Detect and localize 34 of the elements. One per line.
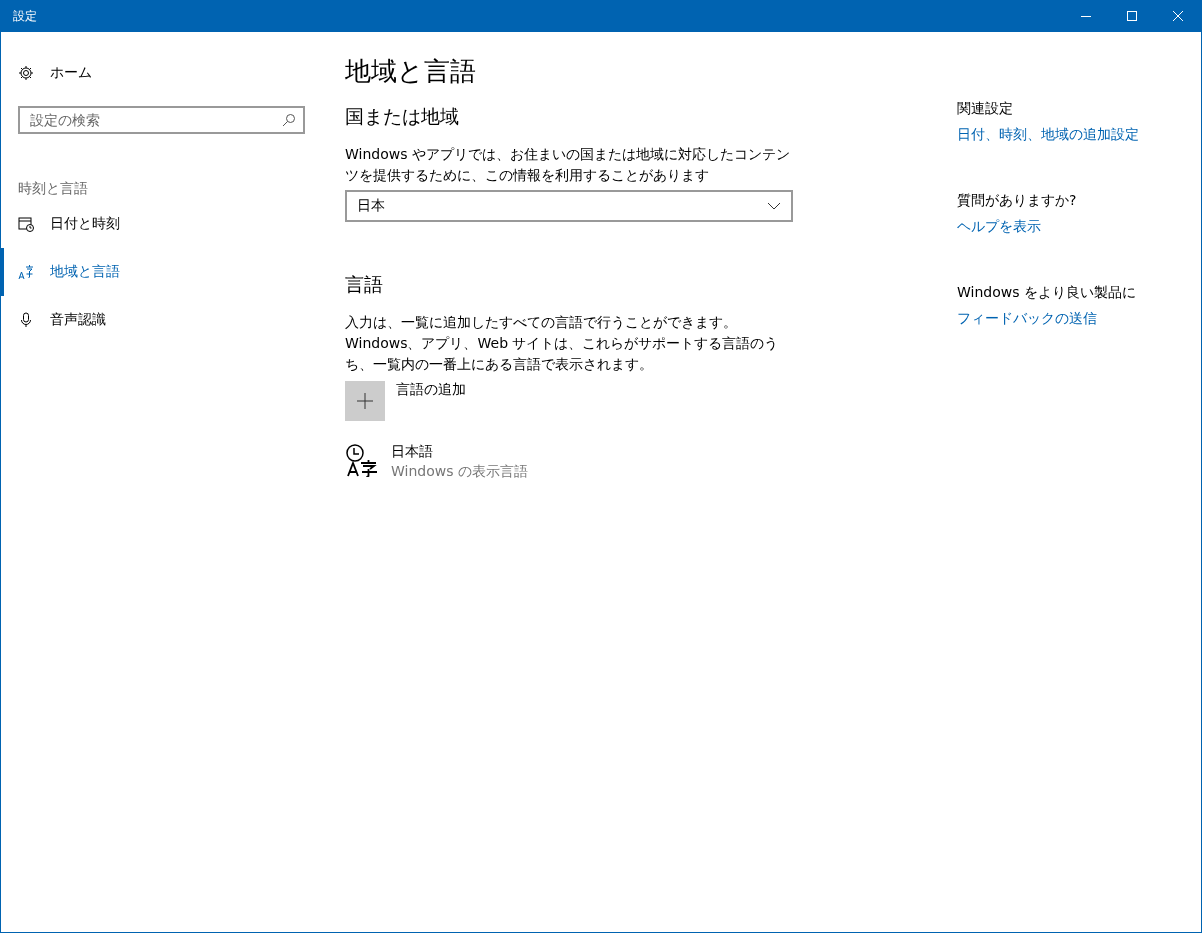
related-link[interactable]: ヘルプを表示 xyxy=(957,218,1139,236)
section-label: 時刻と言語 xyxy=(18,180,89,198)
plus-icon xyxy=(356,392,374,410)
related-heading: Windows をより良い製品に xyxy=(957,284,1137,302)
chevron-down-icon xyxy=(767,202,781,210)
country-dropdown[interactable]: 日本 xyxy=(345,190,793,222)
related-link[interactable]: 日付、時刻、地域の追加設定 xyxy=(957,126,1139,144)
language-item[interactable]: 日本語 Windows の表示言語 xyxy=(345,443,805,481)
page-title: 地域と言語 xyxy=(345,55,477,88)
nav-item[interactable]: 地域と言語 xyxy=(1,248,321,296)
add-language-button[interactable] xyxy=(345,381,385,421)
microphone-icon xyxy=(18,312,34,328)
calendar-clock-icon xyxy=(18,216,34,232)
language-icon xyxy=(18,264,34,280)
related-link[interactable]: フィードバックの送信 xyxy=(957,310,1139,328)
home-nav-item[interactable]: ホーム xyxy=(1,62,321,84)
language-note: Windows の表示言語 xyxy=(391,462,528,481)
search-icon xyxy=(282,113,296,127)
gear-icon xyxy=(18,65,34,81)
language-name: 日本語 xyxy=(391,442,434,461)
description-text: 入力は、一覧に追加したすべての言語で行うことができます。Windows、アプリ、Web サイトは、これらがサポートする言語のうち、一覧内の一番上にある言語で表示されます。 xyxy=(345,313,780,374)
language-clock-icon xyxy=(345,443,379,477)
window-title: 設定 xyxy=(12,7,37,25)
search-field[interactable]: 設定の検索 xyxy=(18,106,305,134)
related-heading: 質問がありますか? xyxy=(957,192,1078,210)
nav-item[interactable]: 音声認識 xyxy=(1,296,321,344)
add-language-label[interactable]: 言語の追加 xyxy=(396,381,466,399)
nav-item[interactable]: 日付と時刻 xyxy=(1,200,321,248)
close-icon xyxy=(1173,11,1183,21)
maximize-icon xyxy=(1127,11,1137,21)
description-text: Windows やアプリでは、お住まいの国または地域に対応したコンテンツを提供するために、この情報を利用することがあります xyxy=(345,145,791,185)
section-heading: 国または地域 xyxy=(345,104,460,129)
related-heading: 関連設定 xyxy=(957,100,1014,118)
section-heading: 言語 xyxy=(345,272,384,297)
